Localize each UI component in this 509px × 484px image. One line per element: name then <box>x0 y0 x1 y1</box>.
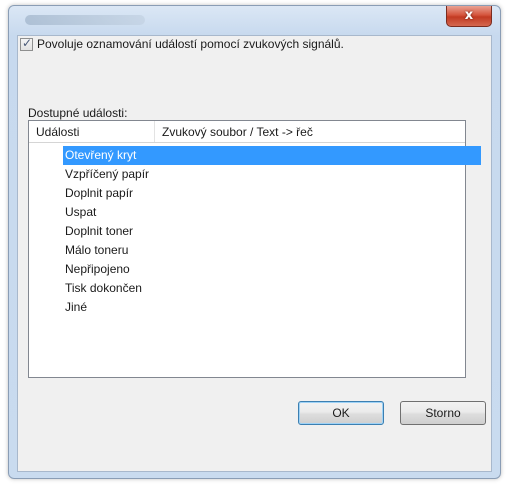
close-button[interactable]: x <box>446 6 492 27</box>
list-item[interactable]: Tisk dokončen <box>29 279 465 298</box>
list-item[interactable]: Vzpříčený papír <box>29 165 465 184</box>
ok-button[interactable]: OK <box>298 401 384 425</box>
events-list-rows: Otevřený kryt Vzpříčený papír Doplnit pa… <box>29 146 481 317</box>
list-item[interactable]: Jiné <box>29 298 465 317</box>
list-item[interactable]: Uspat <box>29 203 465 222</box>
list-item[interactable]: Otevřený kryt <box>63 146 481 165</box>
enable-notifications-checkbox[interactable]: ✓ <box>20 35 33 51</box>
cancel-button[interactable]: Storno <box>400 401 486 425</box>
checkmark-icon: ✓ <box>22 35 33 50</box>
title-bar[interactable]: x <box>9 6 500 34</box>
list-item[interactable]: Doplnit papír <box>29 184 465 203</box>
column-header-events[interactable]: Události <box>29 121 155 142</box>
events-list-header: Události Zvukový soubor / Text -> řeč <box>29 121 465 143</box>
enable-notifications-label[interactable]: Povoluje oznamování událostí pomocí zvuk… <box>37 37 344 51</box>
window-title-blurred <box>25 15 145 25</box>
column-header-sound-file[interactable]: Zvukový soubor / Text -> řeč <box>155 121 465 142</box>
events-list[interactable]: Události Zvukový soubor / Text -> řeč Ot… <box>28 120 481 378</box>
available-events-label: Dostupné události: <box>28 106 128 120</box>
list-item[interactable]: Málo toneru <box>29 241 465 260</box>
list-item[interactable]: Nepřipojeno <box>29 260 465 279</box>
enable-notifications-checkbox-row[interactable]: ✓ Povoluje oznamování událostí pomocí zv… <box>20 35 344 51</box>
list-item[interactable]: Doplnit toner <box>29 222 465 241</box>
